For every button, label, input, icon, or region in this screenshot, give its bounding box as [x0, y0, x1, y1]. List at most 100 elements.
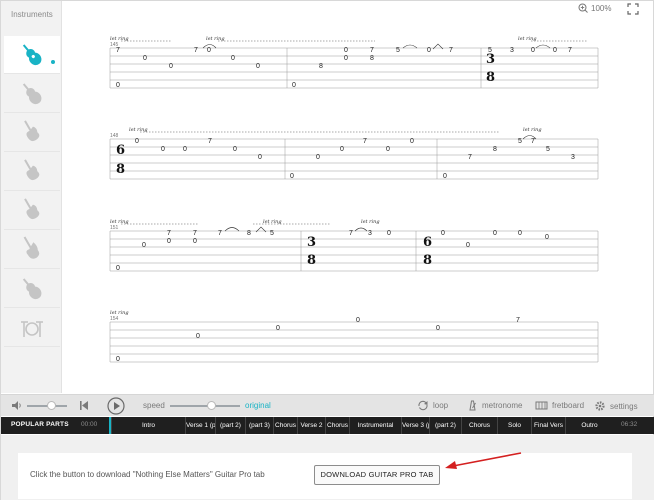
sidebar-title: Instruments	[11, 10, 53, 19]
tab-note: 7	[218, 230, 222, 237]
tab-note: 7	[568, 47, 572, 54]
instrument-1[interactable]	[4, 36, 60, 74]
part-segment[interactable]: Final Vers	[531, 417, 565, 434]
tab-note: 0	[167, 238, 171, 245]
start-time: 00:00	[81, 421, 98, 428]
instrument-4[interactable]	[4, 153, 60, 191]
part-segment[interactable]: Intro	[111, 417, 185, 434]
part-segment[interactable]: (part 2)	[215, 417, 245, 434]
part-segment[interactable]: (part 2)	[429, 417, 461, 434]
tab-note: 0	[116, 356, 120, 363]
tab-note: 3	[510, 47, 514, 54]
tab-note: 0	[356, 317, 360, 324]
bass-guitar-icon	[23, 236, 40, 259]
let-ring-annotation: let ring	[523, 127, 542, 133]
tablature-score: let ring let ring let ring 145 3 8 7 0 0…	[109, 36, 599, 363]
tab-note: 5	[396, 47, 400, 54]
tab-note: 0	[443, 173, 447, 180]
tab-note: 0	[116, 265, 120, 272]
end-time: 06:32	[621, 421, 638, 428]
tab-note: 3	[571, 154, 575, 161]
instrument-2[interactable]	[4, 75, 60, 113]
skip-back-icon[interactable]	[79, 400, 89, 411]
time-sig-denominator: 8	[486, 70, 495, 85]
part-segment[interactable]: Chorus	[461, 417, 497, 434]
instrument-5[interactable]	[4, 192, 60, 230]
electric-guitar-icon	[24, 197, 40, 219]
tab-note: 0	[344, 55, 348, 62]
part-segment[interactable]: Outro	[565, 417, 613, 434]
part-segment[interactable]: Solo	[497, 417, 531, 434]
volume-icon[interactable]	[11, 400, 23, 411]
tab-note: 7	[167, 230, 171, 237]
instrument-8[interactable]	[4, 309, 60, 347]
zoom-in-icon	[578, 3, 588, 13]
tab-note: 5	[270, 230, 274, 237]
instrument-7[interactable]	[4, 270, 60, 308]
tab-system-1: let ring let ring let ring 145 3 8 7 0 0…	[109, 36, 599, 89]
instrument-6[interactable]	[4, 231, 60, 269]
fretboard-button[interactable]: fretboard	[535, 400, 584, 411]
part-segment[interactable]: Verse 3 (p	[401, 417, 429, 434]
tab-note: 0	[340, 146, 344, 153]
tab-note: 0	[196, 333, 200, 340]
tab-system-3: let ring let ring let ring 151 3 8 6 8 7…	[109, 219, 599, 272]
tab-note: 8	[319, 63, 323, 70]
settings-button[interactable]: settings	[594, 400, 638, 412]
fullscreen-icon[interactable]	[627, 3, 639, 15]
tab-system-2: let ring let ring 148 6 8 0 0 0 7 0 0 0 …	[109, 127, 599, 180]
tab-note: 3	[368, 230, 372, 237]
tab-note: 7	[116, 47, 120, 54]
tab-note: 0	[231, 55, 235, 62]
instruments-sidebar: Instruments	[1, 1, 62, 393]
speed-original-label: original	[245, 401, 271, 410]
tab-note: 7	[468, 154, 472, 161]
tab-note: 0	[344, 47, 348, 54]
volume-knob[interactable]	[47, 401, 56, 410]
tab-note: 5	[488, 47, 492, 54]
part-segment[interactable]: Instrumental	[349, 417, 401, 434]
tab-note: 7	[193, 230, 197, 237]
part-segment[interactable]: Chorus	[273, 417, 297, 434]
metronome-button[interactable]: metronome	[467, 400, 522, 411]
player-controls: speed original loop metronome fretboard …	[1, 394, 654, 416]
tab-note: 7	[194, 47, 198, 54]
electric-guitar-icon	[24, 158, 40, 180]
loop-label: loop	[433, 401, 449, 410]
acoustic-guitar-icon	[22, 277, 42, 299]
tab-note: 7	[449, 47, 453, 54]
tab-note: 0	[207, 47, 211, 54]
time-sig-numerator: 6	[423, 235, 432, 250]
speed-slider[interactable]	[170, 405, 240, 407]
play-button[interactable]	[107, 397, 125, 415]
tab-note: 8	[493, 146, 497, 153]
speed-knob[interactable]	[207, 401, 216, 410]
tab-note: 0	[258, 154, 262, 161]
instrument-3[interactable]	[4, 114, 60, 152]
tab-note: 5	[546, 146, 550, 153]
zoom-control[interactable]: 100%	[578, 3, 611, 13]
let-ring-annotation: let ring	[361, 219, 380, 225]
part-segment[interactable]: Chorus	[325, 417, 349, 434]
part-segment[interactable]: Verse 2	[297, 417, 325, 434]
gear-icon	[595, 401, 605, 411]
part-segment[interactable]: (part 3)	[245, 417, 273, 434]
tab-note: 0	[233, 146, 237, 153]
tab-system-4: let ring 154 0 0 0 0 0 7	[109, 310, 599, 363]
popular-parts-bar: POPULAR PARTS 00:00 Intro Verse 1 (p (pa…	[1, 417, 654, 434]
loop-button[interactable]: loop	[417, 400, 448, 411]
acoustic-guitar-icon	[22, 43, 42, 65]
metronome-label: metronome	[482, 401, 523, 410]
tab-note: 0	[169, 63, 173, 70]
download-area: Click the button to download "Nothing El…	[1, 435, 654, 500]
let-ring-annotation: let ring	[518, 36, 537, 42]
tab-note: 0	[292, 82, 296, 89]
drum-kit-icon	[21, 320, 43, 337]
zoom-level: 100%	[591, 3, 612, 13]
tab-note: 0	[161, 146, 165, 153]
time-sig-numerator: 3	[307, 235, 316, 250]
time-sig-numerator: 6	[116, 143, 125, 158]
tab-note: 0	[387, 230, 391, 237]
tab-note: 0	[531, 47, 535, 54]
part-segment[interactable]: Verse 1 (p	[185, 417, 215, 434]
